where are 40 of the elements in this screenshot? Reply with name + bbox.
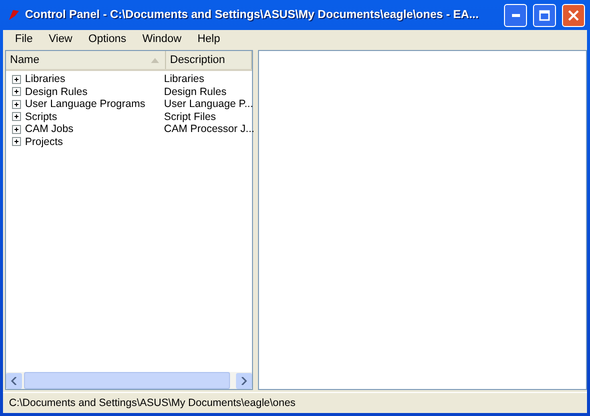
- expand-icon[interactable]: [12, 87, 21, 96]
- minimize-icon: [512, 14, 520, 16]
- menu-item[interactable]: Options: [80, 33, 134, 45]
- close-icon: [568, 10, 579, 20]
- expand-icon[interactable]: [12, 137, 21, 146]
- tree-item[interactable]: CAM Jobs: [25, 123, 74, 136]
- expand-icon[interactable]: [12, 112, 21, 122]
- status-text: C:\Documents and Settings\ASUS\My Documents\eagle\ones: [9, 397, 296, 409]
- tree-item[interactable]: Design Rules: [25, 86, 88, 98]
- menu-item[interactable]: View: [40, 33, 80, 45]
- horizontal-scrollbar[interactable]: [6, 372, 252, 389]
- app-icon: [7, 8, 21, 22]
- window-title: Control Panel - C:\Documents and Settings\ASUS\My Documents\eagle\ones - EA...: [25, 9, 479, 21]
- scroll-right-button[interactable]: [236, 372, 252, 388]
- maximize-icon: [539, 10, 550, 20]
- scroll-left-button[interactable]: [6, 372, 22, 388]
- chevron-right-icon: [241, 376, 247, 384]
- minimize-button[interactable]: [504, 4, 527, 26]
- column-header[interactable]: Name: [6, 51, 166, 69]
- description-text: Libraries: [164, 73, 204, 86]
- chevron-left-icon: [11, 376, 17, 384]
- expand-icon[interactable]: [12, 124, 21, 134]
- menu-item[interactable]: Help: [189, 33, 228, 45]
- close-button[interactable]: [562, 4, 585, 26]
- description-text: CAM Processor J...: [164, 123, 254, 136]
- description-text: Script Files: [164, 110, 216, 123]
- expand-icon[interactable]: [12, 100, 21, 109]
- tree-item[interactable]: Libraries: [25, 73, 66, 86]
- expand-icon[interactable]: [12, 74, 21, 84]
- menu-item[interactable]: File: [7, 33, 41, 45]
- description-text: Design Rules: [164, 86, 226, 98]
- column-header[interactable]: Description: [166, 51, 252, 69]
- sort-arrow-icon: [151, 58, 159, 62]
- description-text: User Language P...: [164, 98, 254, 110]
- menu-item[interactable]: Window: [134, 33, 190, 45]
- tree-item[interactable]: Scripts: [25, 110, 58, 123]
- tree-item[interactable]: User Language Programs: [25, 98, 146, 110]
- scroll-thumb[interactable]: [24, 372, 230, 389]
- maximize-button[interactable]: [533, 4, 556, 26]
- tree-item[interactable]: Projects: [25, 136, 63, 148]
